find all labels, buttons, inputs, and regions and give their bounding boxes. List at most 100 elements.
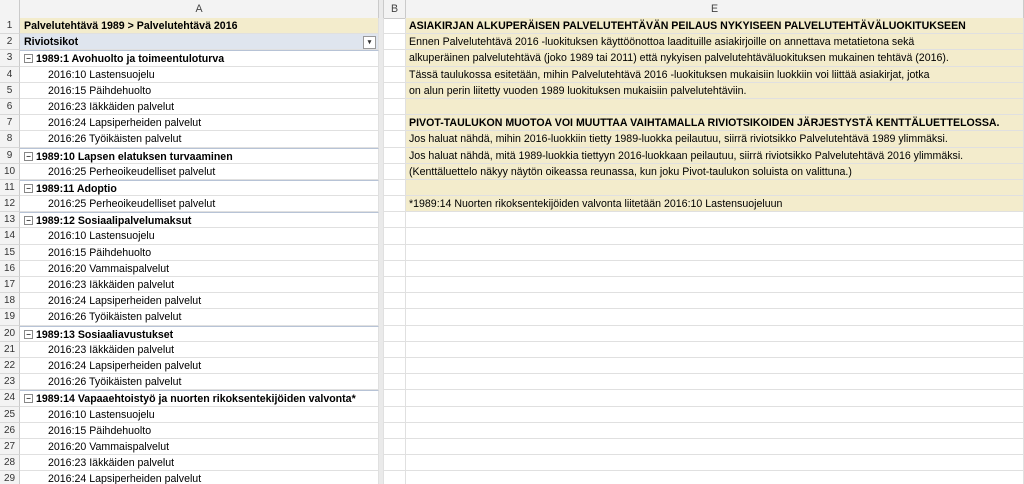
row-number[interactable]: 8 bbox=[0, 131, 20, 148]
empty-cell[interactable] bbox=[384, 98, 406, 116]
pivot-group-row[interactable]: −1989:1 Avohuolto ja toimeentuloturva bbox=[20, 50, 379, 67]
pivot-group-row[interactable]: −1989:14 Vapaaehtoistyö ja nuorten rikok… bbox=[20, 390, 379, 407]
collapse-icon[interactable]: − bbox=[24, 151, 33, 161]
pivot-item-row[interactable]: 2016:15 Päihdehuolto bbox=[20, 82, 379, 99]
empty-cell[interactable] bbox=[384, 260, 406, 277]
row-number[interactable]: 24 bbox=[0, 390, 20, 407]
pivot-item-row[interactable]: 2016:23 Iäkkäiden palvelut bbox=[20, 277, 379, 294]
empty-cell[interactable] bbox=[406, 390, 1024, 407]
pivot-item-row[interactable]: 2016:15 Päihdehuolto bbox=[20, 422, 379, 439]
row-number[interactable]: 17 bbox=[0, 277, 20, 294]
note-heading[interactable]: ASIAKIRJAN ALKUPERÄISEN PALVELUTEHTÄVÄN … bbox=[406, 18, 1024, 35]
row-number[interactable]: 21 bbox=[0, 341, 20, 358]
empty-cell[interactable] bbox=[384, 115, 406, 132]
collapse-icon[interactable]: − bbox=[24, 329, 33, 339]
pivot-item-row[interactable]: 2016:10 Lastensuojelu bbox=[20, 406, 379, 423]
row-labels-header[interactable]: Riviotsikot ▾ bbox=[20, 34, 379, 51]
note-text[interactable]: on alun perin liitetty vuoden 1989 luoki… bbox=[406, 82, 1024, 99]
empty-cell[interactable] bbox=[406, 212, 1024, 229]
empty-cell[interactable] bbox=[384, 277, 406, 294]
column-header-e[interactable]: E bbox=[406, 0, 1024, 18]
note-text[interactable]: (Kenttäluettelo näkyy näytön oikeassa re… bbox=[406, 163, 1024, 180]
row-number[interactable]: 12 bbox=[0, 196, 20, 213]
empty-cell[interactable] bbox=[406, 438, 1024, 456]
empty-cell[interactable] bbox=[384, 196, 406, 213]
pivot-item-row[interactable]: 2016:26 Työikäisten palvelut bbox=[20, 131, 379, 148]
pivot-item-row[interactable]: 2016:23 Iäkkäiden palvelut bbox=[20, 341, 379, 358]
empty-cell[interactable] bbox=[406, 471, 1024, 484]
row-number[interactable]: 1 bbox=[0, 18, 20, 35]
empty-cell[interactable] bbox=[384, 357, 406, 375]
select-all-corner[interactable] bbox=[0, 0, 20, 18]
empty-cell[interactable] bbox=[406, 325, 1024, 342]
row-number[interactable]: 29 bbox=[0, 471, 20, 484]
pivot-group-row[interactable]: −1989:12 Sosiaalipalvelumaksut bbox=[20, 212, 379, 229]
empty-cell[interactable] bbox=[406, 422, 1024, 439]
empty-cell[interactable] bbox=[384, 406, 406, 423]
row-number[interactable]: 28 bbox=[0, 455, 20, 472]
row-number[interactable]: 13 bbox=[0, 212, 20, 229]
empty-cell[interactable] bbox=[384, 341, 406, 358]
row-number[interactable]: 22 bbox=[0, 357, 20, 375]
empty-cell[interactable] bbox=[384, 244, 406, 261]
collapse-icon[interactable]: − bbox=[24, 216, 33, 226]
row-number[interactable]: 25 bbox=[0, 406, 20, 423]
empty-cell[interactable] bbox=[406, 341, 1024, 358]
row-number[interactable]: 2 bbox=[0, 34, 20, 51]
row-number[interactable]: 26 bbox=[0, 422, 20, 439]
empty-cell[interactable] bbox=[384, 293, 406, 310]
row-number[interactable]: 19 bbox=[0, 309, 20, 326]
empty-cell[interactable] bbox=[384, 179, 406, 197]
empty-cell[interactable] bbox=[384, 147, 406, 164]
row-number[interactable]: 6 bbox=[0, 98, 20, 116]
pivot-item-row[interactable]: 2016:10 Lastensuojelu bbox=[20, 66, 379, 83]
pivot-item-row[interactable]: 2016:25 Perheoikeudelliset palvelut bbox=[20, 196, 379, 213]
pivot-item-row[interactable]: 2016:24 Lapsiperheiden palvelut bbox=[20, 293, 379, 310]
empty-cell[interactable] bbox=[406, 309, 1024, 326]
pivot-item-row[interactable]: 2016:25 Perheoikeudelliset palvelut bbox=[20, 163, 379, 180]
pivot-item-row[interactable]: 2016:20 Vammaispalvelut bbox=[20, 260, 379, 277]
empty-cell[interactable] bbox=[384, 471, 406, 484]
pivot-item-row[interactable]: 2016:23 Iäkkäiden palvelut bbox=[20, 98, 379, 116]
pivot-group-row[interactable]: −1989:11 Adoptio bbox=[20, 179, 379, 197]
note-text[interactable]: Jos haluat nähdä, mihin 2016-luokkiin ti… bbox=[406, 131, 1024, 148]
row-number[interactable]: 27 bbox=[0, 438, 20, 456]
row-number[interactable]: 18 bbox=[0, 293, 20, 310]
row-number[interactable]: 4 bbox=[0, 66, 20, 83]
empty-cell[interactable] bbox=[384, 438, 406, 456]
empty-cell[interactable] bbox=[384, 66, 406, 83]
note-text[interactable]: Jos haluat nähdä, mitä 1989-luokkia tiet… bbox=[406, 147, 1024, 164]
collapse-icon[interactable]: − bbox=[24, 54, 33, 64]
empty-cell[interactable] bbox=[406, 455, 1024, 472]
note-text[interactable]: *1989:14 Nuorten rikoksentekijöiden valv… bbox=[406, 196, 1024, 213]
empty-cell[interactable] bbox=[384, 390, 406, 407]
empty-cell[interactable] bbox=[384, 455, 406, 472]
pivot-item-row[interactable]: 2016:26 Työikäisten palvelut bbox=[20, 309, 379, 326]
row-number[interactable]: 11 bbox=[0, 179, 20, 197]
pivot-item-row[interactable]: 2016:10 Lastensuojelu bbox=[20, 228, 379, 245]
collapse-icon[interactable]: − bbox=[24, 394, 33, 404]
pivot-item-row[interactable]: 2016:24 Lapsiperheiden palvelut bbox=[20, 471, 379, 484]
pivot-item-row[interactable]: 2016:23 Iäkkäiden palvelut bbox=[20, 455, 379, 472]
empty-cell[interactable] bbox=[384, 131, 406, 148]
column-header-b[interactable]: B bbox=[384, 0, 406, 18]
empty-cell[interactable] bbox=[384, 50, 406, 67]
note-blank-cell[interactable] bbox=[406, 179, 1024, 197]
row-number[interactable]: 9 bbox=[0, 147, 20, 164]
empty-cell[interactable] bbox=[384, 228, 406, 245]
row-number[interactable]: 5 bbox=[0, 82, 20, 99]
empty-cell[interactable] bbox=[406, 357, 1024, 375]
empty-cell[interactable] bbox=[384, 309, 406, 326]
empty-cell[interactable] bbox=[384, 212, 406, 229]
pivot-item-row[interactable]: 2016:26 Työikäisten palvelut bbox=[20, 374, 379, 391]
note-text[interactable]: Tässä taulukossa esitetään, mihin Palvel… bbox=[406, 66, 1024, 83]
row-number[interactable]: 3 bbox=[0, 50, 20, 67]
filter-dropdown-icon[interactable]: ▾ bbox=[363, 36, 376, 50]
note-text[interactable]: alkuperäinen palvelutehtävä (joko 1989 t… bbox=[406, 50, 1024, 67]
row-number[interactable]: 20 bbox=[0, 325, 20, 342]
empty-cell[interactable] bbox=[384, 325, 406, 342]
empty-cell[interactable] bbox=[406, 374, 1024, 391]
row-number[interactable]: 7 bbox=[0, 115, 20, 132]
pivot-item-row[interactable]: 2016:20 Vammaispalvelut bbox=[20, 438, 379, 456]
empty-cell[interactable] bbox=[384, 163, 406, 180]
